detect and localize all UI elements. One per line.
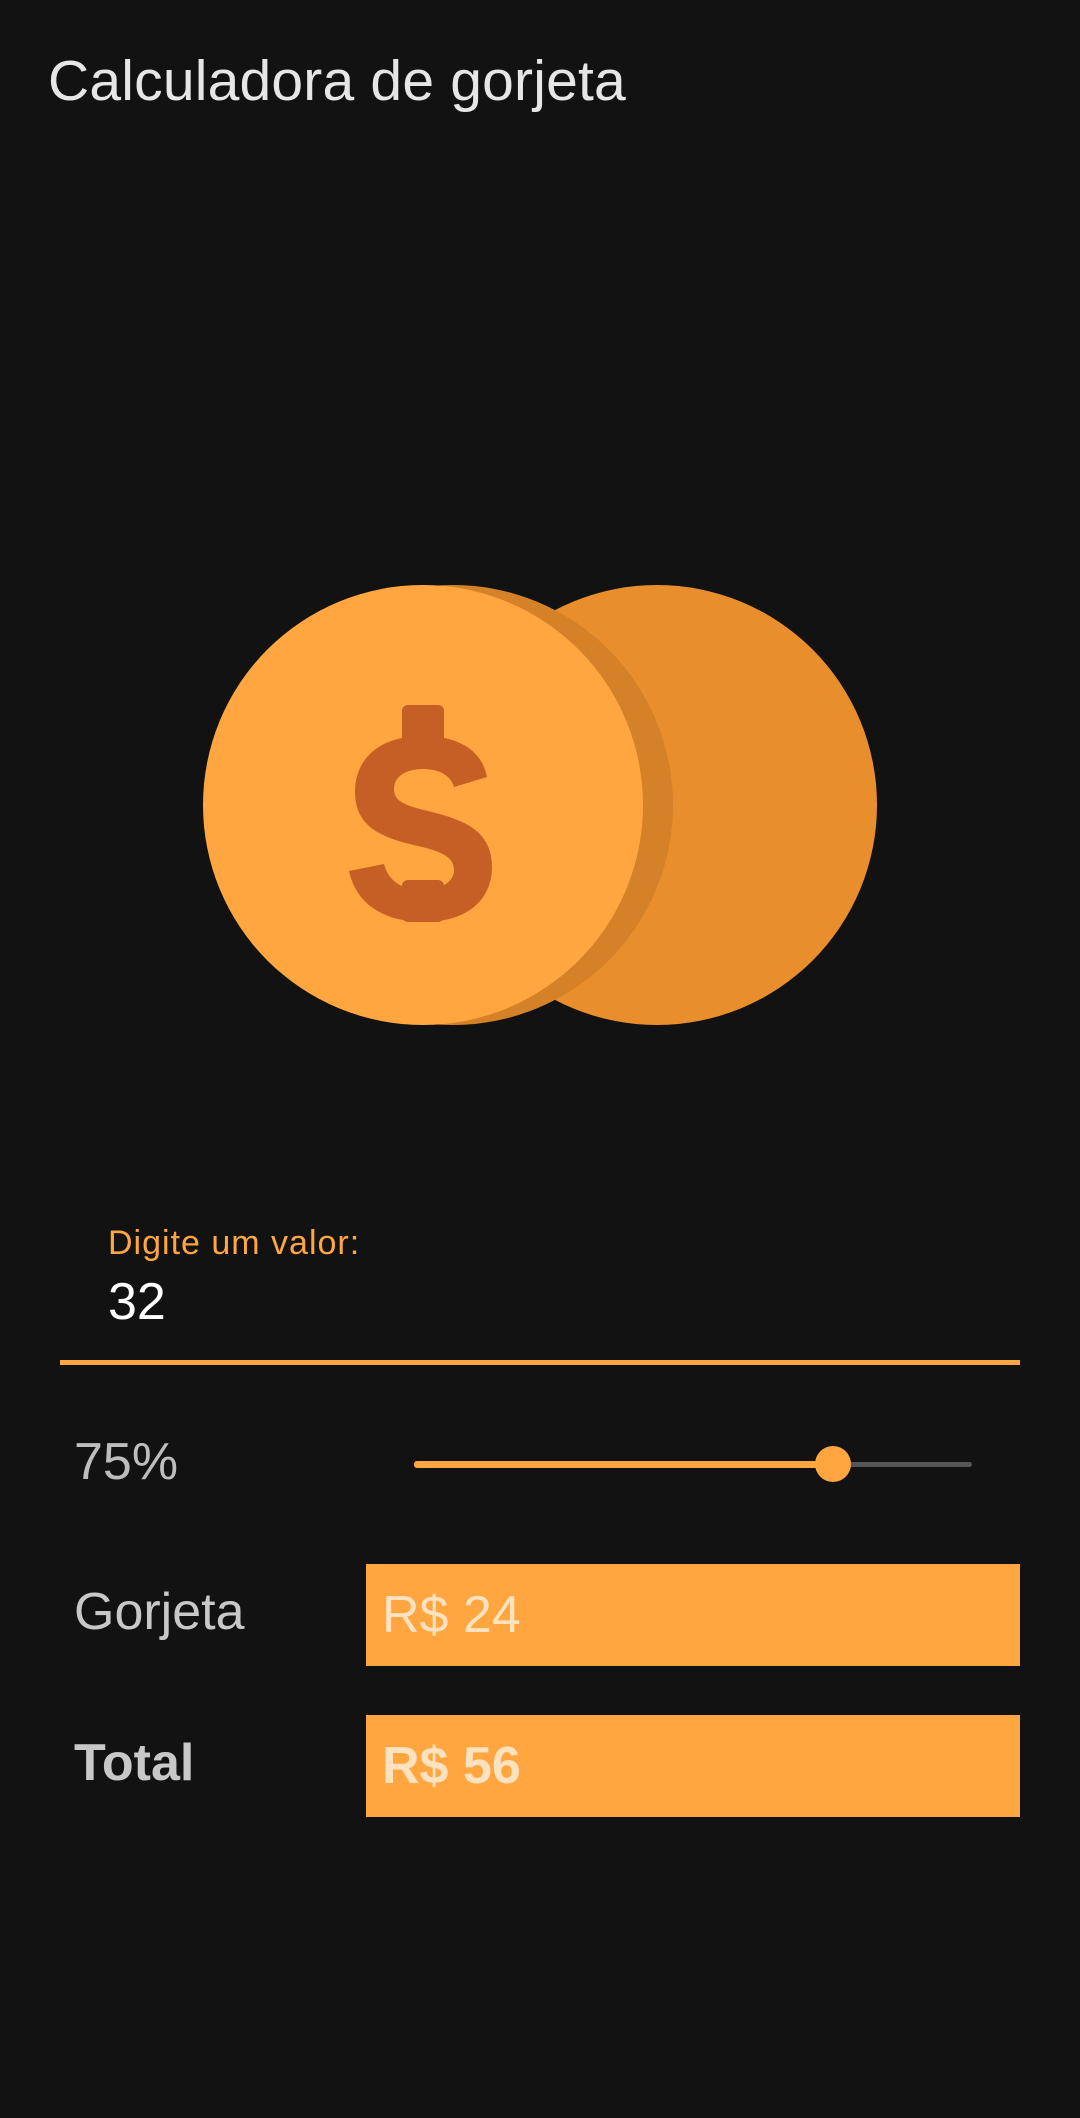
tip-value-box: R$ 24: [366, 1564, 1020, 1666]
amount-input[interactable]: [108, 1272, 968, 1332]
total-value: R$ 56: [382, 1737, 521, 1795]
amount-field-underline: [60, 1360, 1020, 1365]
app-root: Calculadora de gorjeta Digite um valor: …: [0, 0, 1080, 2118]
tip-label: Gorjeta: [74, 1583, 245, 1641]
front-coin-icon: [203, 585, 643, 1025]
coins-dollar-icon: [203, 585, 877, 1025]
tip-value: R$ 24: [382, 1586, 521, 1644]
page-title: Calculadora de gorjeta: [48, 49, 626, 113]
slider-thumb[interactable]: [815, 1446, 851, 1482]
total-label: Total: [74, 1734, 195, 1792]
amount-field[interactable]: Digite um valor:: [60, 1210, 1020, 1365]
total-value-box: R$ 56: [366, 1715, 1020, 1817]
tip-percent-label: 75%: [74, 1433, 179, 1491]
amount-field-label: Digite um valor:: [108, 1224, 361, 1262]
slider-active-track: [414, 1461, 833, 1468]
tip-percent-slider[interactable]: [414, 1444, 972, 1484]
